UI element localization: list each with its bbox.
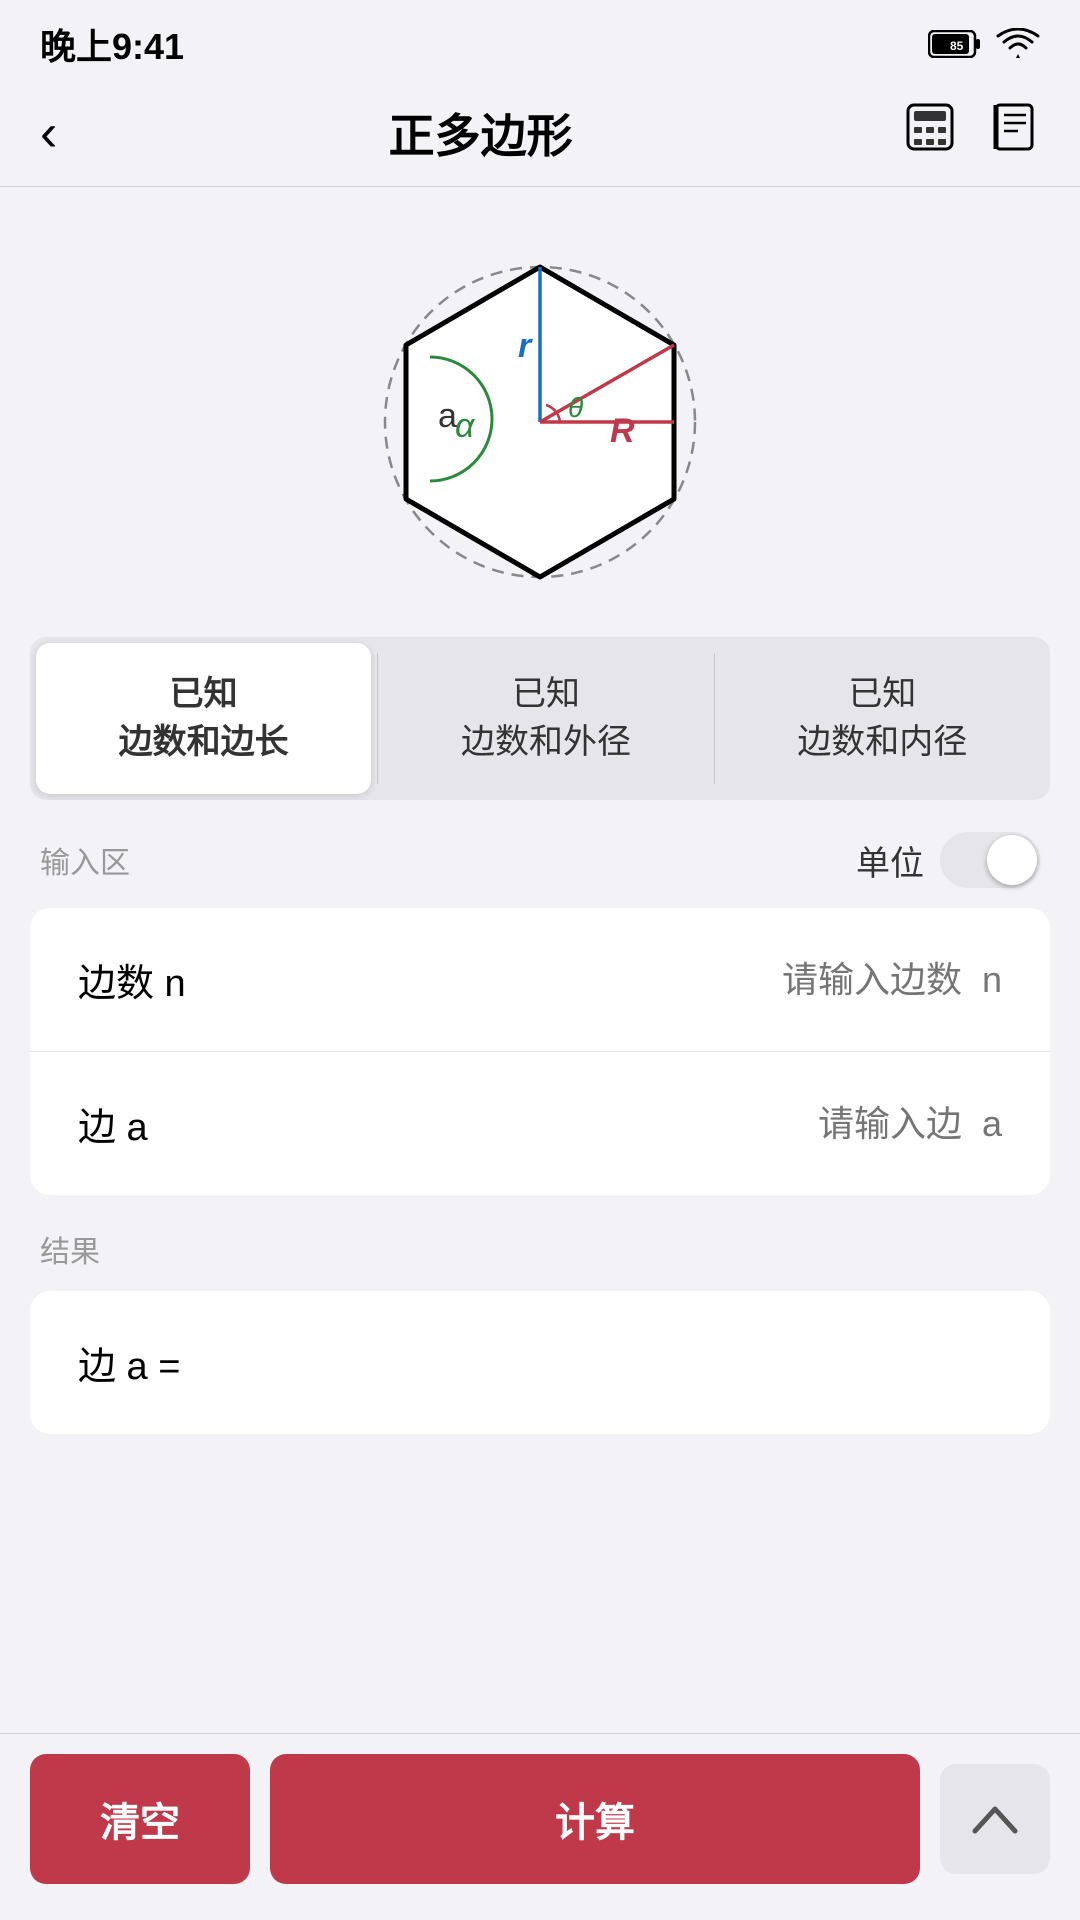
- diagram-area: r R θ α a: [0, 187, 1080, 637]
- battery-icon: 85: [928, 30, 980, 58]
- chevron-up-icon: [971, 1803, 1019, 1835]
- bottom-bar: 清空 计算: [0, 1733, 1080, 1920]
- unit-toggle[interactable]: [940, 832, 1040, 888]
- toggle-knob: [987, 835, 1037, 885]
- back-button[interactable]: ‹: [40, 107, 57, 159]
- clear-button[interactable]: 清空: [30, 1754, 250, 1884]
- calculator-icon: [904, 101, 956, 153]
- wifi-icon: [996, 28, 1040, 60]
- tab-sides-outer[interactable]: 已知边数和外径: [378, 637, 713, 800]
- status-bar: 晚上9:41 85: [0, 0, 1080, 80]
- calculate-button[interactable]: 计算: [270, 1754, 920, 1884]
- field-a-label: 边 a: [78, 1096, 148, 1151]
- status-icons: 85: [928, 28, 1040, 60]
- collapse-button[interactable]: [940, 1764, 1050, 1874]
- unit-label: 单位: [856, 836, 924, 885]
- unit-row: 单位: [856, 832, 1040, 888]
- tab-sides-length[interactable]: 已知边数和边长: [36, 643, 371, 794]
- results-label: 结果: [0, 1195, 1080, 1291]
- field-a-input[interactable]: [602, 1103, 1002, 1145]
- tabs-container: 已知边数和边长 已知边数和外径 已知边数和内径: [30, 637, 1050, 800]
- nav-bar: ‹ 正多边形: [0, 80, 1080, 187]
- polygon-diagram: r R θ α a: [350, 227, 730, 607]
- book-button[interactable]: [988, 101, 1040, 165]
- input-section-label: 输入区: [40, 838, 130, 882]
- result-card: 边 a =: [30, 1291, 1050, 1434]
- a-side-label: a: [438, 397, 457, 435]
- theta-label: θ: [568, 392, 583, 423]
- result-a: 边 a =: [78, 1335, 1002, 1390]
- alpha-label: α: [455, 407, 476, 445]
- book-icon: [988, 101, 1040, 153]
- svg-text:85: 85: [950, 39, 964, 53]
- input-row-a: 边 a: [30, 1051, 1050, 1195]
- field-n-label: 边数 n: [78, 952, 186, 1007]
- input-section-header: 输入区 单位: [0, 800, 1080, 908]
- input-card: 边数 n 边 a: [30, 908, 1050, 1195]
- field-n-input[interactable]: [602, 959, 1002, 1001]
- status-time: 晚上9:41: [40, 18, 184, 70]
- page-title: 正多边形: [389, 100, 573, 166]
- tab-sides-inner[interactable]: 已知边数和内径: [715, 637, 1050, 800]
- nav-actions: [904, 101, 1040, 165]
- input-row-n: 边数 n: [30, 908, 1050, 1051]
- r-label: r: [518, 327, 533, 365]
- R-label: R: [610, 412, 635, 450]
- calculator-button[interactable]: [904, 101, 956, 165]
